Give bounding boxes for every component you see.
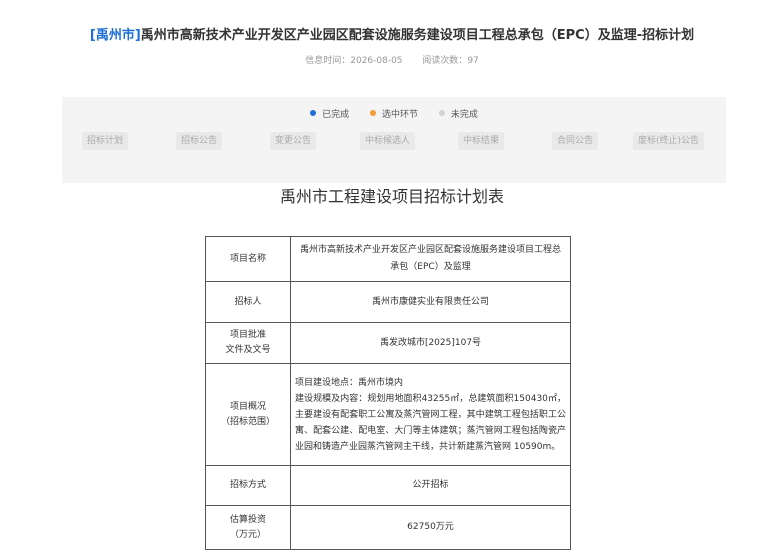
title-text: 禹州市高新技术产业开发区产业园区配套设施服务建设项目工程总承包（EPC）及监理-… xyxy=(140,28,695,43)
article-meta: 信息时间：2026-08-05 阅读次数：97 xyxy=(0,53,784,66)
approval-label-line1: 项目批准 xyxy=(229,330,266,340)
step-contract-announcement[interactable]: 合同公告 xyxy=(552,132,599,150)
estimated-investment-label: 估算投资 （万元） xyxy=(205,505,291,550)
step-termination-announcement[interactable]: 废标(终止)公告 xyxy=(633,132,705,150)
project-overview-value: 项目建设地点：禹州市境内 建设规模及内容：规划用地面积43255㎡，总建筑面积1… xyxy=(290,363,571,466)
region-tag[interactable]: [禹州市] xyxy=(90,28,141,43)
selected-dot-icon xyxy=(369,110,376,116)
progress-legend: 已完成 选中环节 未完成 xyxy=(62,107,726,120)
overview-label-line2: （招标范围） xyxy=(220,416,275,427)
table-row: 项目概况 （招标范围） 项目建设地点：禹州市境内 建设规模及内容：规划用地面积4… xyxy=(205,363,571,466)
overview-scale: 建设规模及内容：规划用地面积43255㎡，总建筑面积150430㎡，主要建设有配… xyxy=(295,393,566,452)
table-row: 项目批准 文件及文号 禹发改城市[2025]107号 xyxy=(205,322,571,364)
bidding-method-label: 招标方式 xyxy=(205,465,291,506)
page-title: [禹州市]禹州市高新技术产业开发区产业园区配套设施服务建设项目工程总承包（EPC… xyxy=(0,24,784,43)
publish-date: 2026-08-05 xyxy=(350,56,403,66)
progress-panel: 已完成 选中环节 未完成 招标计划 招标公告 变更公告 中标候选人 中标结果 合… xyxy=(62,97,726,183)
overview-location: 项目建设地点：禹州市境内 xyxy=(295,377,404,388)
publish-label: 信息时间： xyxy=(305,56,351,66)
project-name-value: 禹州市高新技术产业开发区产业园区配套设施服务建设项目工程总承包（EPC）及监理 xyxy=(290,236,571,282)
tenderer-value: 禹州市康健实业有限责任公司 xyxy=(290,281,571,323)
overview-label-line1: 项目概况 xyxy=(229,401,266,412)
table-row: 招标人 禹州市康健实业有限责任公司 xyxy=(205,281,571,323)
approval-label-line2: 文件及文号 xyxy=(225,345,271,355)
approval-document-value: 禹发改城市[2025]107号 xyxy=(290,322,571,364)
step-bidding-announcement[interactable]: 招标公告 xyxy=(176,132,223,150)
views-label: 阅读次数： xyxy=(422,56,468,66)
investment-label-line1: 估算投资 xyxy=(229,514,266,525)
legend-completed: 已完成 xyxy=(310,107,349,120)
legend-selected: 选中环节 xyxy=(369,107,418,120)
step-bidding-plan[interactable]: 招标计划 xyxy=(82,132,129,150)
project-overview-label: 项目概况 （招标范围） xyxy=(205,363,291,466)
incomplete-dot-icon xyxy=(438,110,445,116)
table-row: 项目名称 禹州市高新技术产业开发区产业园区配套设施服务建设项目工程总承包（EPC… xyxy=(205,236,571,282)
investment-label-line2: （万元） xyxy=(229,529,266,540)
bidding-method-value: 公开招标 xyxy=(290,465,571,506)
legend-incomplete: 未完成 xyxy=(438,107,478,120)
approval-document-label: 项目批准 文件及文号 xyxy=(205,322,291,364)
project-name-label: 项目名称 xyxy=(205,236,291,282)
step-winning-candidates[interactable]: 中标候选人 xyxy=(360,132,416,150)
completed-dot-icon xyxy=(310,110,317,116)
step-winning-result[interactable]: 中标结果 xyxy=(458,132,505,150)
estimated-investment-value: 62750万元 xyxy=(290,505,571,550)
table-row: 招标方式 公开招标 xyxy=(205,465,571,506)
tenderer-label: 招标人 xyxy=(205,281,291,323)
plan-table-heading: 禹州市工程建设项目招标计划表 xyxy=(279,187,504,206)
table-row: 估算投资 （万元） 62750万元 xyxy=(205,505,571,550)
plan-table: 项目名称 禹州市高新技术产业开发区产业园区配套设施服务建设项目工程总承包（EPC… xyxy=(205,236,571,550)
views-count: 97 xyxy=(467,56,479,66)
step-change-announcement[interactable]: 变更公告 xyxy=(270,132,317,150)
